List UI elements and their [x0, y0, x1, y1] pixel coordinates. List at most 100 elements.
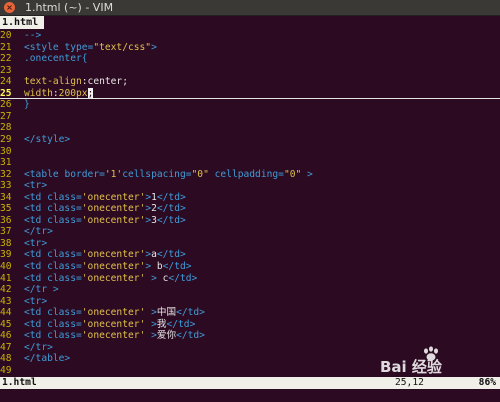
code-token: > [145, 272, 163, 284]
code-line[interactable]: 20 --> [0, 30, 500, 42]
status-filename: 1.html [2, 377, 37, 388]
editor-buffer[interactable]: 20 --> 21 <style type="text/css"> 22 .onecent… [0, 30, 500, 377]
status-line: 1.html 25,12 86% [0, 377, 500, 389]
code-token: <td [24, 261, 48, 272]
watermark-text: Bai 经验 [380, 358, 442, 376]
code-line[interactable]: 29 </style> [0, 134, 500, 146]
status-cursor-position: 25,12 [395, 377, 424, 388]
code-line[interactable]: 39 <td class='onecenter'>a</td> [0, 249, 500, 261]
line-number: 43 [0, 295, 12, 307]
code-token: 中国 [156, 307, 177, 319]
code-token: <tr> [24, 237, 48, 249]
code-token: </td> [156, 249, 186, 261]
code-token: 'onecenter' [81, 330, 146, 342]
code-token: } [24, 99, 30, 111]
line-number: 49 [0, 364, 12, 376]
code-token: 'onecenter' [81, 203, 146, 215]
code-token: <td [24, 272, 48, 284]
code-token: 爱你 [156, 330, 177, 342]
code-token: --> [24, 30, 42, 41]
code-token: </style> [24, 133, 71, 145]
line-number: 26 [0, 99, 12, 111]
code-token: > [301, 168, 313, 180]
code-token: </td> [168, 272, 198, 284]
command-line[interactable] [0, 389, 500, 402]
code-text: .onecenter{ [24, 53, 88, 64]
code-text: <table border='1'cellspacing="0" cellpad… [24, 169, 313, 180]
line-number: 41 [0, 272, 12, 284]
line-number: 34 [0, 191, 12, 203]
code-line[interactable]: 33 <tr> [0, 180, 500, 192]
line-number: 48 [0, 353, 12, 365]
code-text: <td class='onecenter'>a</td> [24, 249, 186, 260]
code-text: width:200px; [24, 87, 94, 99]
code-token: </tr > [24, 284, 59, 296]
line-number: 32 [0, 168, 12, 180]
code-token: </td> [162, 261, 192, 272]
code-line[interactable]: 45 <td class='onecenter' >我</td> [0, 319, 500, 331]
code-text: <td class='onecenter' >我</td> [24, 319, 195, 330]
code-token: 200px [58, 87, 88, 99]
line-number: 46 [0, 330, 12, 342]
code-line[interactable]: 36 <td class='onecenter'>3</td> [0, 215, 500, 227]
code-line[interactable]: 42 </tr > [0, 284, 500, 296]
line-number: 30 [0, 145, 12, 157]
close-button[interactable]: × [4, 2, 15, 13]
code-line[interactable]: 22 .onecenter{ [0, 53, 500, 65]
code-text: <td class='onecenter' >爱你</td> [24, 330, 205, 341]
line-number: 45 [0, 318, 12, 330]
code-token: "0" [191, 168, 209, 180]
code-token: class= [47, 261, 82, 272]
code-line[interactable]: 31 [0, 157, 500, 169]
line-number: 23 [0, 64, 12, 76]
code-line[interactable]: 28 [0, 122, 500, 134]
code-token: <td [24, 214, 48, 226]
line-number: 22 [0, 53, 12, 65]
tab-line: 1.html [0, 16, 500, 29]
code-line[interactable]: 40 <td class='onecenter'> b</td> [0, 261, 500, 273]
line-number: 27 [0, 110, 12, 122]
code-token: <td [24, 203, 48, 215]
code-line[interactable]: 38 <tr> [0, 238, 500, 250]
code-line[interactable]: 27 [0, 111, 500, 123]
code-line[interactable]: 44 <td class='onecenter' >中国</td> [0, 307, 500, 319]
code-token: <td [24, 307, 48, 319]
code-text: <tr> [24, 296, 47, 307]
tab-1-html[interactable]: 1.html [0, 16, 44, 29]
code-text: } [24, 99, 30, 110]
line-number: 35 [0, 203, 12, 215]
line-number: 42 [0, 284, 12, 296]
line-number: 24 [0, 76, 12, 88]
code-line[interactable]: 35 <td class='onecenter'>2</td> [0, 203, 500, 215]
code-text: </tr> [24, 342, 53, 353]
code-line[interactable]: 32 <table border='1'cellspacing="0" cellp… [0, 169, 500, 181]
code-line[interactable]: 37 </tr> [0, 226, 500, 238]
code-line[interactable]: 21 <style type="text/css"> [0, 42, 500, 54]
code-token: text-align [24, 76, 82, 88]
line-number: 29 [0, 133, 12, 145]
code-token: > [145, 330, 157, 342]
code-line[interactable]: 34 <td class='onecenter'>1</td> [0, 192, 500, 204]
code-token: 'onecenter' [81, 272, 146, 284]
code-token: </tr> [24, 341, 53, 353]
code-line[interactable]: 41 <td class='onecenter' > c</td> [0, 273, 500, 285]
code-line[interactable]: 30 [0, 146, 500, 158]
code-line[interactable]: 46 <td class='onecenter' >爱你</td> [0, 330, 500, 342]
code-token: class= [47, 214, 82, 226]
code-token: class= [47, 191, 82, 203]
vim-window: × 1.html (~) - VIM 1.html 20 --> 21 <style … [0, 0, 500, 402]
code-line[interactable]: 43 <tr> [0, 296, 500, 308]
window-title: 1.html (~) - VIM [25, 1, 114, 14]
status-scroll-percent: 86% [478, 377, 496, 388]
code-token: :center; [81, 76, 128, 88]
line-number: 20 [0, 30, 12, 41]
code-token: </td> [176, 307, 205, 319]
code-line[interactable]: 24 text-align:center; [0, 76, 500, 88]
code-text: <tr> [24, 180, 47, 191]
line-number: 40 [0, 261, 12, 272]
code-text: <td class='onecenter' > c</td> [24, 273, 197, 284]
code-token: <table [24, 168, 65, 180]
code-line[interactable]: 26} [0, 99, 500, 111]
code-token: </td> [156, 203, 186, 215]
code-line[interactable]: 23 [0, 65, 500, 77]
